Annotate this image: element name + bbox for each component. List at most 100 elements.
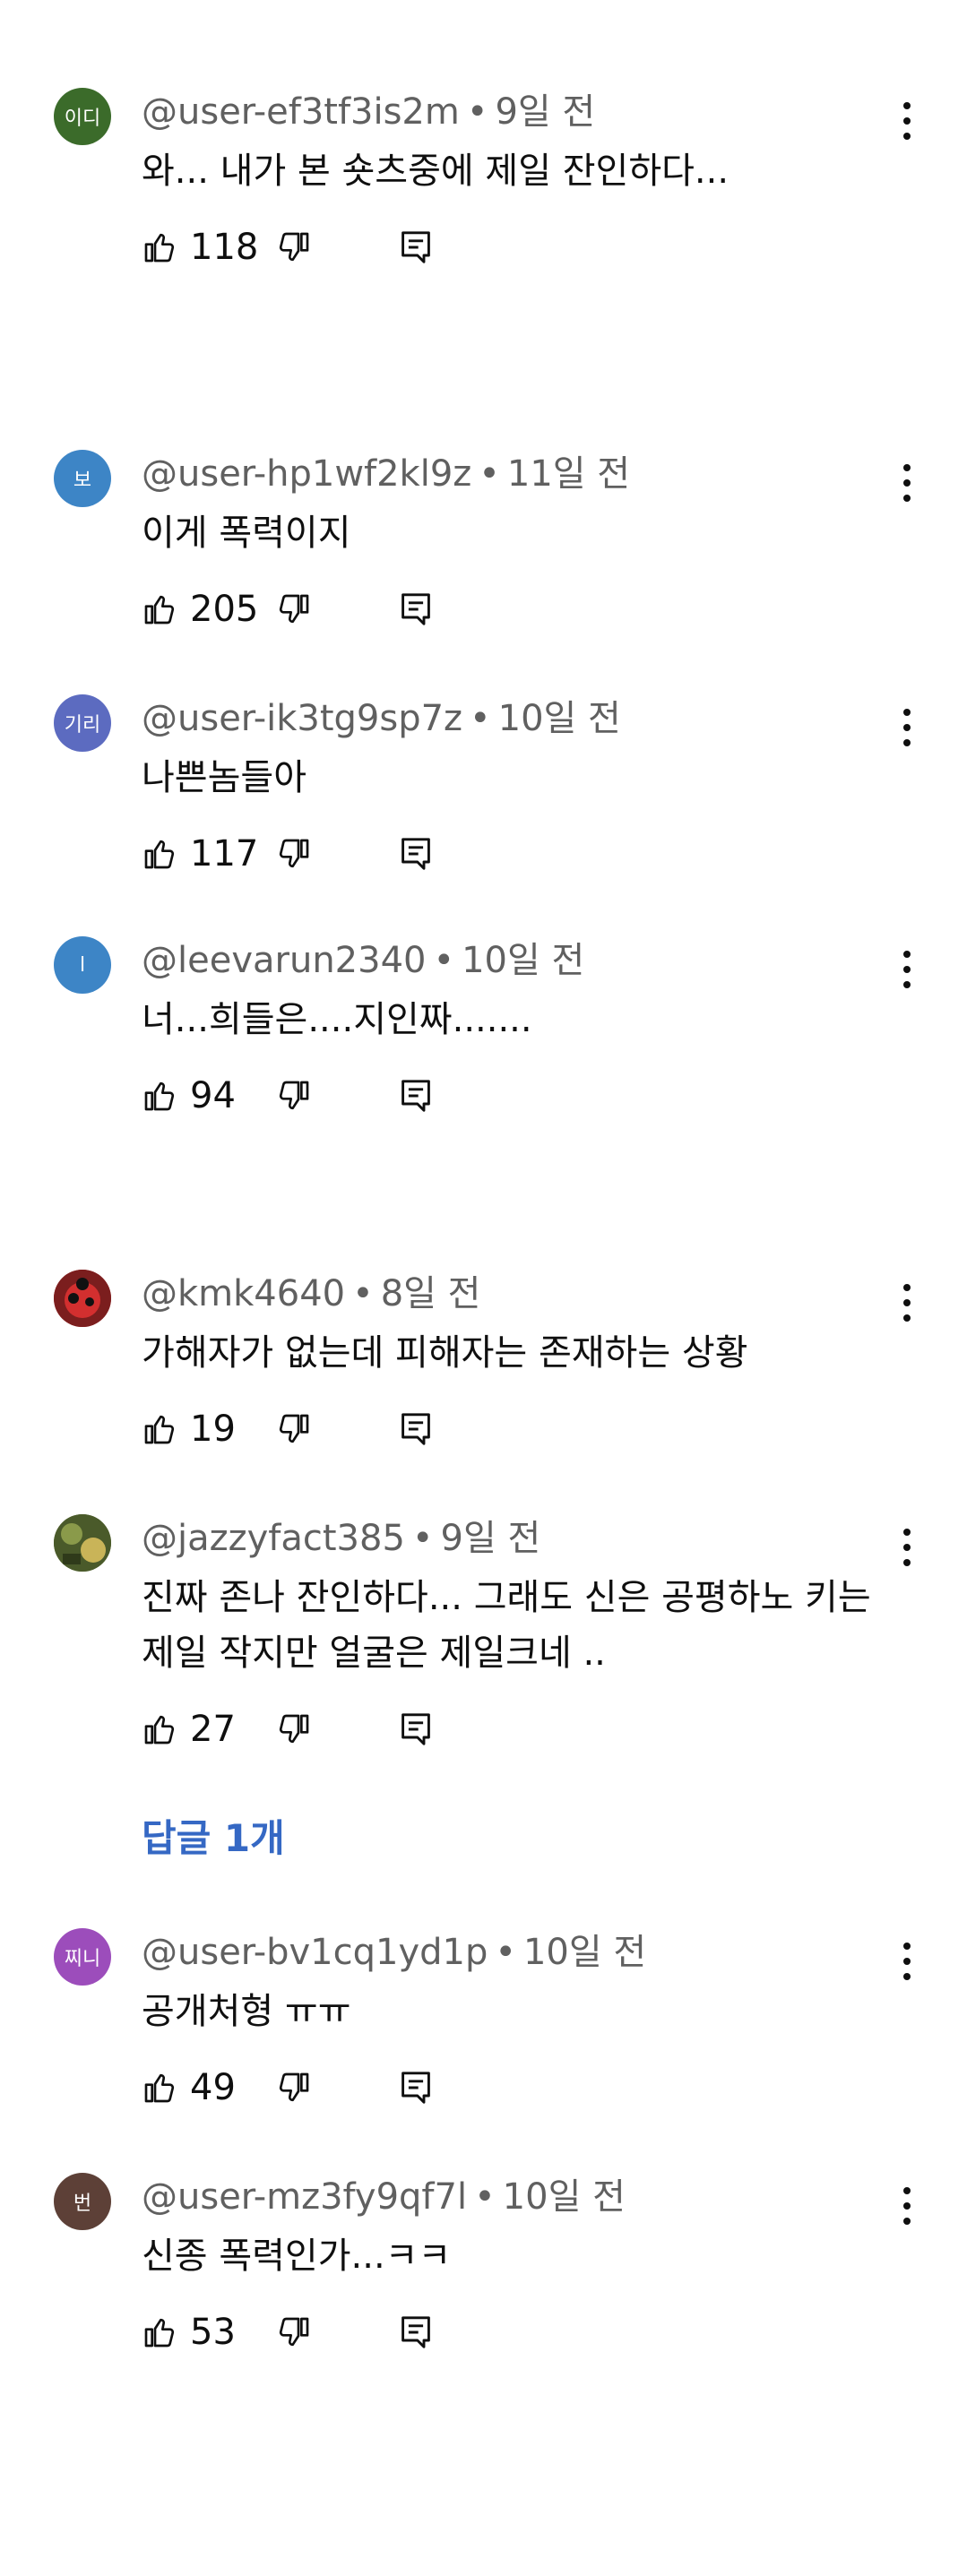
avatar[interactable]: 찌니 [54,1928,111,1986]
reply-icon [401,231,430,263]
avatar[interactable]: 보 [54,450,111,507]
thumbs-down-icon [279,232,309,262]
avatar-initials: l [79,953,86,977]
thumbs-down-icon [279,1714,309,1744]
dislike-button[interactable] [276,1078,312,1114]
reply-icon [401,593,430,625]
reply-button[interactable] [400,1078,432,1114]
like-button[interactable]: 118 [142,220,258,274]
like-count: 53 [190,2312,236,2353]
more-options-icon[interactable] [887,461,927,505]
dislike-button[interactable] [276,1711,312,1747]
like-button[interactable]: 19 [142,1402,253,1456]
thumbs-down-icon [279,1081,309,1110]
comment-time: 10일 전 [522,1932,647,1973]
reply-button[interactable] [400,2314,432,2350]
thumbs-up-icon [144,1081,175,1111]
thumbs-up-icon [144,2318,175,2348]
view-replies-button[interactable]: 답글 1개 [142,1808,285,1863]
avatar[interactable] [54,1514,111,1572]
thumbs-down-icon [279,1414,309,1443]
avatar[interactable]: 기리 [54,694,111,752]
more-options-icon[interactable] [887,2184,927,2228]
comment-actions: 117 [142,827,430,881]
like-count: 27 [190,1709,236,1750]
comment-time: 9일 전 [495,91,596,133]
thumbs-up-icon [144,840,175,869]
dislike-button[interactable] [276,1411,312,1447]
reply-icon [401,2316,430,2348]
thumbs-up-icon [144,1715,175,1745]
avatar-initials: 번 [73,2193,92,2215]
comment-text: 가해자가 없는데 피해자는 존재하는 상황 [142,1332,748,1374]
thumbs-down-icon [279,839,309,868]
dislike-button[interactable] [276,2070,312,2106]
comment-text: 너...희들은....지인짜....... [142,999,532,1040]
comment-time: 10일 전 [502,2176,626,2218]
reply-button[interactable] [400,1411,432,1447]
thumbs-down-icon [279,2317,309,2347]
comment-author[interactable]: @user-bv1cq1yd1p [142,1932,488,1973]
avatar[interactable]: 이디 [54,88,111,145]
comment-author[interactable]: @user-hp1wf2kl9z [142,453,471,495]
reply-button[interactable] [400,1711,432,1747]
more-options-icon[interactable] [887,99,927,143]
comment-actions: 53 [142,2305,430,2359]
comment-actions: 19 [142,1402,430,1456]
avatar[interactable]: 번 [54,2173,111,2230]
comment-text: 와... 내가 본 숏츠중에 제일 잔인하다... [142,151,730,192]
more-options-icon[interactable] [887,1525,927,1570]
like-button[interactable]: 27 [142,1702,253,1756]
comment-text: 신종 폭력인가...ㅋㅋ [142,2236,452,2277]
comment-actions: 94 [142,1069,430,1123]
more-options-icon[interactable] [887,1939,927,1984]
thumbs-down-icon [279,2072,309,2102]
avatar[interactable]: l [54,936,111,994]
thumbs-up-icon [144,2073,175,2103]
comment-text: 진짜 존나 잔인하다... 그래도 신은 공평하노 키는 제일 작지만 얼굴은 … [142,1577,871,1674]
like-button[interactable]: 117 [142,827,258,881]
avatar[interactable] [54,1270,111,1327]
photo-avatar-image [54,1514,111,1572]
like-count: 117 [190,833,259,874]
comment-author[interactable]: @user-mz3fy9qf7l [142,2176,467,2218]
comment-meta: @kmk4640 • 8일 전 [142,1273,481,1314]
like-button[interactable]: 49 [142,2061,253,2115]
reply-button[interactable] [400,229,432,265]
like-button[interactable]: 94 [142,1069,253,1123]
comment-time: 9일 전 [440,1518,541,1559]
comment-time: 8일 전 [380,1273,481,1314]
dislike-button[interactable] [276,591,312,627]
comment-author[interactable]: @kmk4640 [142,1273,345,1314]
comment-actions: 118 [142,220,430,274]
like-count: 94 [190,1075,236,1116]
comment-actions: 205 [142,582,430,636]
comment-author[interactable]: @leevarun2340 [142,940,426,981]
comment-meta: @user-hp1wf2kl9z • 11일 전 [142,453,631,495]
dislike-button[interactable] [276,229,312,265]
reply-button[interactable] [400,2070,432,2106]
reply-button[interactable] [400,836,432,872]
comment-text: 공개처형 ㅠㅠ [142,1991,351,2032]
dislike-button[interactable] [276,836,312,872]
comment-time: 10일 전 [497,698,621,739]
more-options-icon[interactable] [887,1280,927,1325]
like-count: 49 [190,2067,236,2108]
comment-author[interactable]: @jazzyfact385 [142,1518,405,1559]
more-options-icon[interactable] [887,705,927,750]
reply-icon [401,838,430,870]
thumbs-up-icon [144,233,175,263]
more-options-icon[interactable] [887,947,927,992]
reply-button[interactable] [400,591,432,627]
reply-icon [401,1713,430,1745]
comment-meta: @user-ef3tf3is2m • 9일 전 [142,91,596,133]
avatar-initials: 찌니 [64,1948,101,1970]
like-button[interactable]: 53 [142,2305,253,2359]
dislike-button[interactable] [276,2314,312,2350]
comment-meta: @user-ik3tg9sp7z • 10일 전 [142,698,621,739]
comment-meta: @user-bv1cq1yd1p • 10일 전 [142,1932,647,1973]
comment-meta: @jazzyfact385 • 9일 전 [142,1518,541,1559]
comment-author[interactable]: @user-ef3tf3is2m [142,91,460,133]
comment-author[interactable]: @user-ik3tg9sp7z [142,698,462,739]
like-button[interactable]: 205 [142,582,258,636]
